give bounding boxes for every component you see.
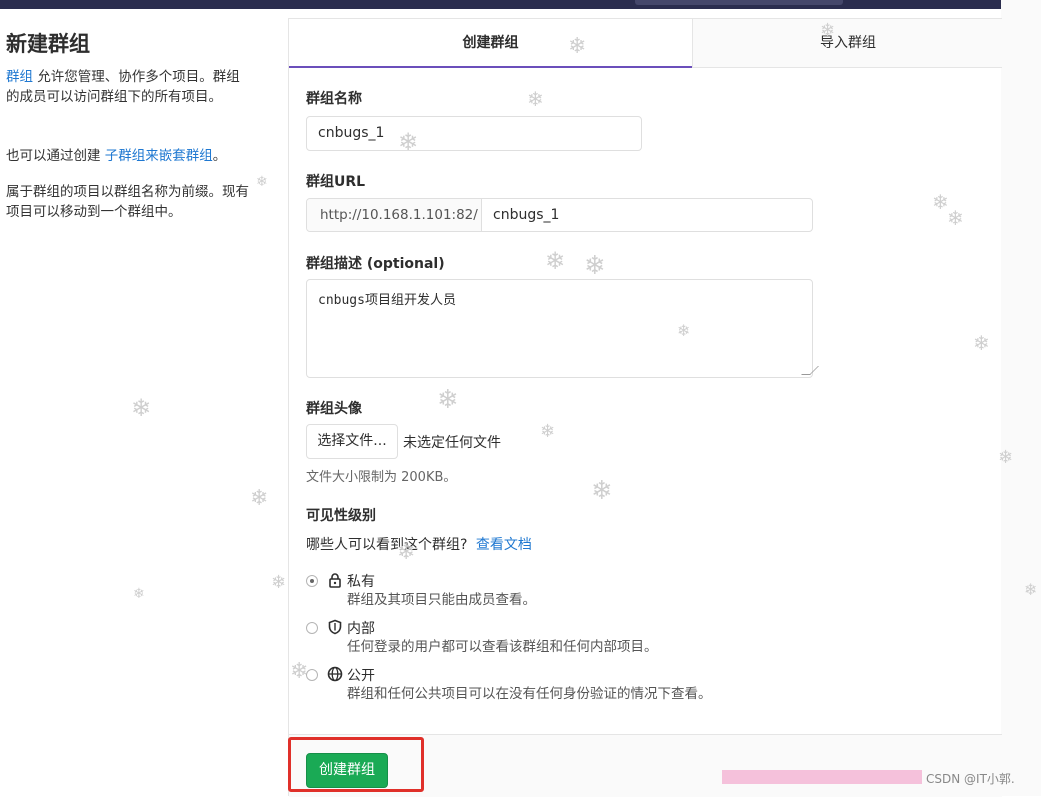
right-gutter [1001,0,1041,796]
snowflake-icon: ❄ [591,476,613,506]
lock-icon [329,573,341,588]
snowflake-icon: ❄ [973,331,990,355]
group-avatar-label: 群组头像 [306,401,362,417]
subgroups-link[interactable]: 子群组来嵌套群组 [105,148,213,164]
snowflake-icon: ❄ [131,394,152,422]
shield-icon [328,619,342,635]
view-docs-link[interactable]: 查看文档 [476,537,532,553]
navbar-search-area[interactable] [635,0,843,5]
snowflake-icon: ❄ [398,128,419,156]
visibility-private-radio[interactable] [306,575,318,587]
subgroup-note-end: 。 [212,148,227,164]
visibility-internal-radio[interactable] [306,622,318,634]
subgroup-note-text: 也可以通过创建 [6,148,105,164]
snowflake-icon: ❄ [820,20,836,41]
visibility-internal-desc: 任何登录的用户都可以查看该群组和任何内部项目。 [347,639,658,655]
tabs: 创建群组 导入群组 [289,18,1003,68]
snowflake-icon: ❄ [584,251,606,281]
tab-create-group[interactable]: 创建群组 [289,19,692,68]
file-size-hint: 文件大小限制为 200KB。 [306,470,457,485]
no-file-selected-text: 未选定任何文件 [403,435,501,451]
group-name-input[interactable]: cnbugs_1 [306,116,642,151]
groups-link[interactable]: 群组 [6,69,33,85]
sidebar-description-text: 允许您管理、协作多个项目。群组的成员可以访问群组下的所有项目。 [6,69,240,105]
snowflake-icon: ❄ [545,247,566,275]
snowflake-icon: ❄ [947,206,964,230]
visibility-private-desc: 群组及其项目只能由成员查看。 [347,592,536,608]
snowflake-icon: ❄ [677,321,691,340]
url-prefix: http://10.168.1.101:82/ [307,199,482,231]
csdn-watermark: CSDN @IT小郭. [926,772,1015,786]
top-navbar [0,0,1001,9]
group-description-text: cnbugs项目组开发人员 [318,293,456,308]
snowflake-icon: ❄ [271,572,287,593]
snowflake-icon: ❄ [568,34,587,59]
page-title: 新建群组 [6,32,90,56]
group-name-label: 群组名称 [306,91,362,107]
snowflake-icon: ❄ [256,174,268,190]
resize-handle-icon[interactable] [801,366,819,375]
snowflake-icon: ❄ [437,385,459,415]
snowflake-icon: ❄ [1024,580,1038,599]
sidebar-description: 群组 允许您管理、协作多个项目。群组的成员可以访问群组下的所有项目。 [6,67,252,107]
highlight-annotation [288,737,424,792]
snowflake-icon: ❄ [998,447,1014,468]
visibility-level-label: 可见性级别 [306,508,376,524]
visibility-question-text: 哪些人可以看到这个群组? [306,537,468,553]
group-path-input[interactable]: cnbugs_1 [483,199,812,231]
tab-import-group[interactable]: 导入群组 [692,19,1003,67]
group-description-textarea[interactable]: cnbugs项目组开发人员 [306,279,819,378]
subgroup-note: 也可以通过创建 子群组来嵌套群组。 [6,146,252,166]
snowflake-icon: ❄ [540,421,556,442]
choose-file-button[interactable]: 选择文件... [306,424,398,459]
group-url-field: http://10.168.1.101:82/ cnbugs_1 [306,198,813,232]
group-description-label: 群组描述 (optional) [306,256,445,272]
snowflake-icon: ❄ [527,87,544,111]
snowflake-icon: ❄ [290,659,309,684]
snowflake-icon: ❄ [133,586,145,602]
visibility-question: 哪些人可以看到这个群组? 查看文档 [306,534,532,554]
visibility-public-desc: 群组和任何公共项目可以在没有任何身份验证的情况下查看。 [347,686,712,702]
snowflake-icon: ❄ [250,486,269,511]
group-url-label: 群组URL [306,174,366,190]
new-group-panel: 创建群组 导入群组 群组名称 cnbugs_1 群组URL http://10.… [288,18,1003,797]
globe-icon [327,666,343,682]
blurred-watermark [722,770,922,784]
project-prefix-note: 属于群组的项目以群组名称为前缀。现有项目可以移动到一个群组中。 [6,184,249,220]
snowflake-icon: ❄ [397,540,416,565]
